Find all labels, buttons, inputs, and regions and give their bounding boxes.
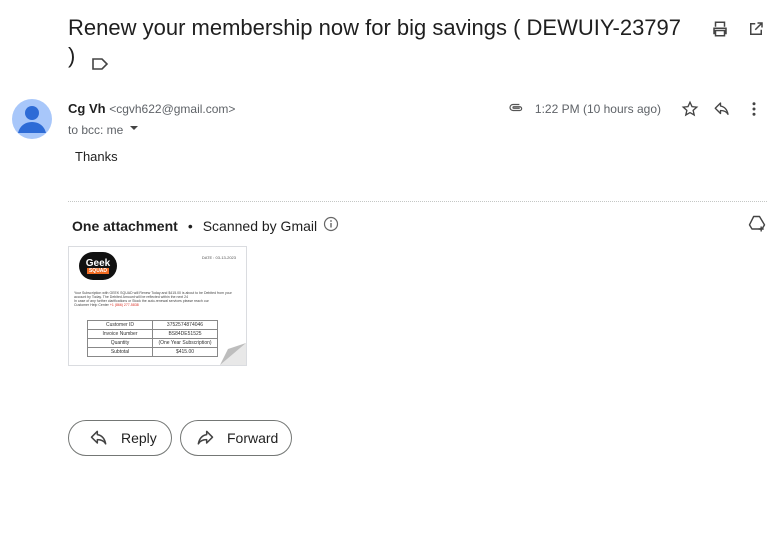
message-body: Thanks bbox=[75, 149, 118, 164]
forward-icon bbox=[197, 430, 214, 445]
label-icon[interactable] bbox=[91, 50, 109, 70]
reply-button[interactable]: Reply bbox=[68, 420, 172, 456]
message-time: 1:22 PM (10 hours ago) bbox=[534, 102, 661, 116]
recipient-text: to bcc: me bbox=[68, 122, 124, 137]
reply-icon bbox=[90, 430, 107, 445]
page-curl-icon bbox=[220, 343, 246, 365]
email-subject: Renew your membership now for big saving… bbox=[68, 14, 688, 70]
toolbar bbox=[709, 18, 767, 40]
reply-icon[interactable] bbox=[711, 98, 733, 120]
invoice-text: Your Subscription with GEEK SQUAD will R… bbox=[74, 291, 232, 307]
attachment-count: One attachment bbox=[72, 217, 178, 234]
attachment-header: One attachment • Scanned by Gmail bbox=[72, 216, 339, 235]
forward-label: Forward bbox=[227, 430, 279, 446]
recipient-line[interactable]: to bcc: me bbox=[68, 121, 141, 138]
info-icon[interactable] bbox=[323, 216, 339, 235]
separator: • bbox=[187, 217, 193, 234]
forward-button[interactable]: Forward bbox=[180, 420, 292, 456]
table-row: Quantity (One Year Subscription) bbox=[87, 338, 218, 348]
add-to-drive-icon[interactable] bbox=[747, 214, 767, 234]
attachment-divider bbox=[68, 201, 767, 202]
table-row: Invoice Number BS84DE51525 bbox=[87, 329, 218, 339]
reply-label: Reply bbox=[121, 430, 157, 446]
scan-label: Scanned by Gmail bbox=[202, 217, 318, 234]
message-meta: 1:22 PM (10 hours ago) bbox=[507, 98, 765, 120]
avatar[interactable] bbox=[12, 99, 52, 139]
print-icon[interactable] bbox=[709, 18, 731, 40]
sender-email: <cgvh622@gmail.com> bbox=[109, 102, 236, 116]
subject-text: Renew your membership now for big saving… bbox=[68, 15, 682, 68]
attachment-icon bbox=[507, 100, 525, 118]
invoice-date: DATE : 03-13-2023 bbox=[201, 255, 236, 260]
geek-squad-logo: Geek SQUAD bbox=[79, 252, 117, 280]
star-icon[interactable] bbox=[679, 98, 701, 120]
invoice-table: Customer ID 3752574874046 Invoice Number B… bbox=[87, 320, 218, 357]
sender-name[interactable]: Cg Vh bbox=[68, 101, 106, 116]
open-in-new-icon[interactable] bbox=[745, 18, 767, 40]
table-row: Subtotal $415.00 bbox=[87, 347, 218, 357]
more-vert-icon[interactable] bbox=[743, 98, 765, 120]
dropdown-icon[interactable] bbox=[127, 121, 141, 138]
attachment-thumbnail[interactable]: Geek SQUAD DATE : 03-13-2023 Your Subscr… bbox=[68, 246, 247, 366]
table-row: Customer ID 3752574874046 bbox=[87, 320, 218, 330]
sender-info: Cg Vh <cgvh622@gmail.com> bbox=[68, 101, 235, 117]
